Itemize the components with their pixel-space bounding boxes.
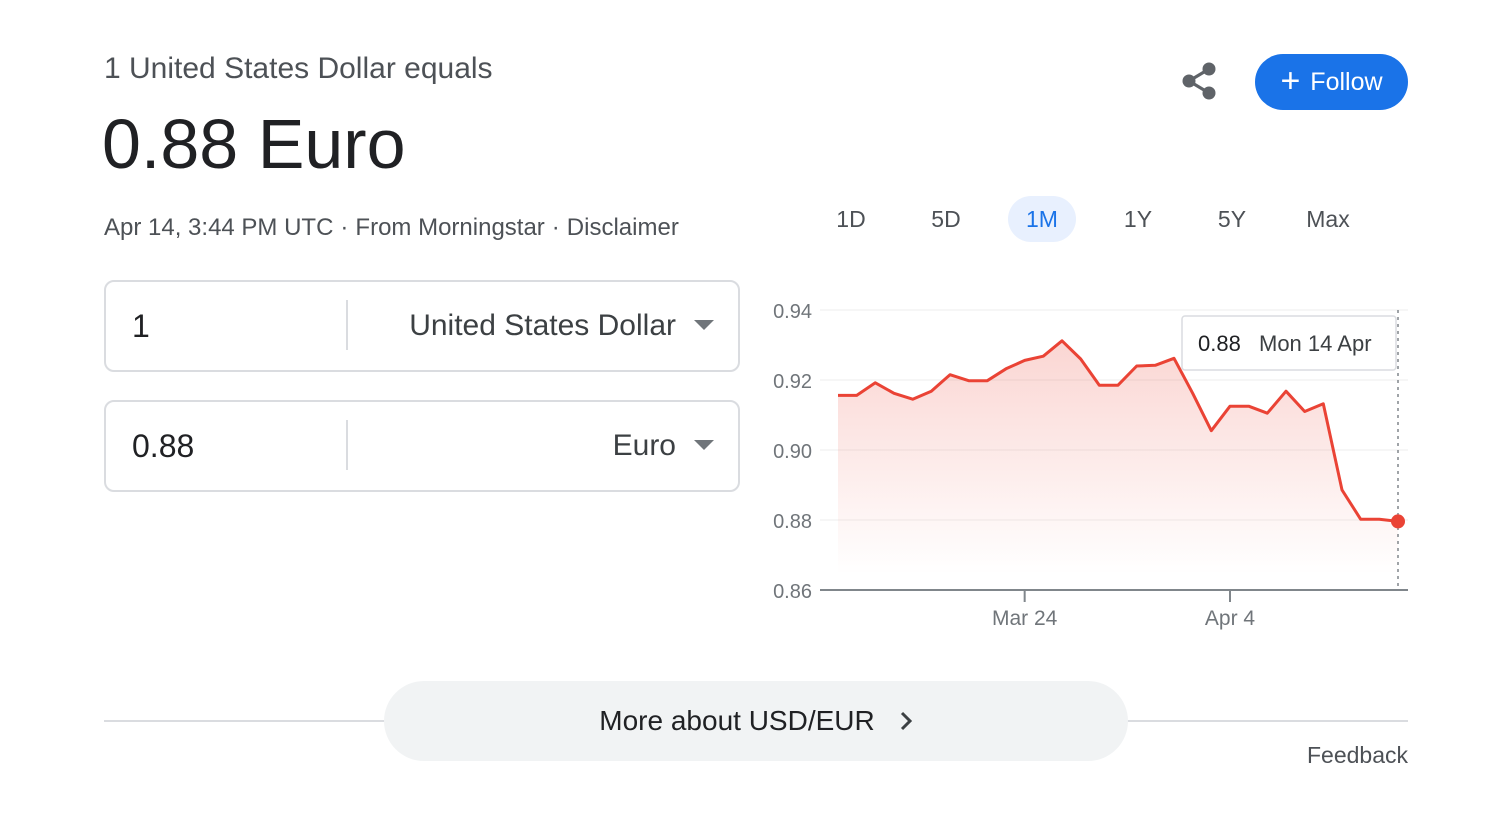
meta-line: Apr 14, 3:44 PM UTC · From Morningstar · Dis… xyxy=(104,214,679,242)
source-link[interactable]: From Morningstar xyxy=(355,214,544,241)
tab-1d[interactable]: 1D xyxy=(817,196,885,242)
y-tick-label: 0.86 xyxy=(773,581,812,603)
y-tick-label: 0.92 xyxy=(773,371,812,393)
separator: · xyxy=(551,214,560,241)
to-currency-row: 0.88 Euro xyxy=(104,400,740,492)
divider xyxy=(346,420,348,470)
exchange-rate-headline: 0.88 Euro xyxy=(102,105,406,183)
feedback-link[interactable]: Feedback xyxy=(1307,742,1408,769)
y-tick-label: 0.94 xyxy=(773,301,812,323)
tab-5y[interactable]: 5Y xyxy=(1198,196,1266,242)
range-tabs: 1D 5D 1M 1Y 5Y Max xyxy=(804,196,1374,242)
divider xyxy=(346,300,348,350)
share-icon xyxy=(1182,62,1216,100)
chart-area-fill xyxy=(838,340,1398,575)
tooltip-date: Mon 14 Apr xyxy=(1259,331,1372,356)
share-button[interactable] xyxy=(1176,58,1222,104)
plus-icon: + xyxy=(1280,61,1301,100)
timestamp: Apr 14, 3:44 PM UTC xyxy=(104,214,334,241)
disclaimer-link[interactable]: Disclaimer xyxy=(567,214,679,241)
tooltip-value: 0.88 xyxy=(1198,331,1241,356)
x-tick-label: Mar 24 xyxy=(992,607,1058,630)
separator: · xyxy=(340,214,349,241)
follow-button[interactable]: + Follow xyxy=(1255,54,1408,110)
tab-5d[interactable]: 5D xyxy=(912,196,980,242)
tab-1y[interactable]: 1Y xyxy=(1104,196,1172,242)
y-tick-label: 0.88 xyxy=(773,511,812,533)
data-point-current xyxy=(1391,514,1405,529)
follow-label: Follow xyxy=(1310,67,1383,96)
chevron-down-icon[interactable] xyxy=(694,320,714,330)
x-tick-label: Apr 4 xyxy=(1205,607,1256,630)
more-about-button[interactable]: More about USD/EUR xyxy=(384,681,1128,761)
from-amount-input[interactable]: 1 xyxy=(132,282,150,370)
y-tick-label: 0.90 xyxy=(773,441,812,463)
tab-1m[interactable]: 1M xyxy=(1008,196,1076,242)
chevron-right-icon xyxy=(899,710,913,732)
to-amount-input[interactable]: 0.88 xyxy=(132,402,194,490)
more-about-label: More about USD/EUR xyxy=(599,705,875,736)
exchange-rate-chart[interactable]: 0.94 0.92 0.90 0.88 0.86 Mar 24 Apr 4 0.88 Mon … xyxy=(760,290,1420,640)
to-currency-select[interactable]: Euro xyxy=(613,402,676,490)
from-currency-select[interactable]: United States Dollar xyxy=(409,282,676,370)
from-currency-row: 1 United States Dollar xyxy=(104,280,740,372)
subtitle: 1 United States Dollar equals xyxy=(104,52,493,85)
tab-max[interactable]: Max xyxy=(1294,196,1362,242)
chevron-down-icon[interactable] xyxy=(694,440,714,450)
